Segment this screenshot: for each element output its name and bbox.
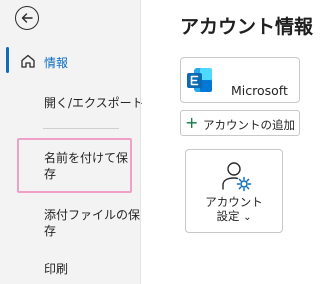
sidebar-item-label: 名前を付けて保 [44,151,129,165]
account-settings-button[interactable]: アカウント 設定 ⌄ [185,149,283,233]
chevron-down-icon: ⌄ [243,212,252,223]
settings-label-text: 設定 [216,209,240,223]
add-account-button[interactable]: + アカウントの追加 [180,110,300,136]
account-card[interactable]: Microsoft [180,57,300,103]
sidebar-border [140,0,141,284]
page-title: アカウント情報 [180,16,314,38]
sidebar-item-label: 情報 [44,56,69,70]
sidebar-item-label: 添付ファイルの保 [44,208,141,222]
settings-label-line1: アカウント [205,195,263,209]
sidebar-item-label: 存 [44,224,57,238]
sidebar-item-print[interactable]: 印刷 [0,254,140,282]
exchange-icon [187,68,212,92]
sidebar-item-open-export[interactable]: 開く/エクスポート [0,88,144,116]
sidebar-item-info[interactable]: 情報 [0,46,140,74]
back-button[interactable] [15,6,39,30]
sidebar: 情報 開く/エクスポート 名前を付けて保 存 添付ファイルの保 存 印刷 [0,0,144,284]
sidebar-item-label: 印刷 [44,262,69,276]
sidebar-divider [43,128,119,129]
sidebar-item-label: 開く/エクスポート [44,96,144,110]
settings-label-line2: 設定 ⌄ [186,209,282,225]
sidebar-item-label: 存 [44,167,57,181]
plus-icon: + [185,113,199,132]
person-gear-icon [222,162,252,192]
sidebar-item-save-as[interactable]: 名前を付けて保 存 [0,142,140,186]
sidebar-item-save-attachments[interactable]: 添付ファイルの保 存 [0,200,140,244]
back-arrow-icon [21,13,33,23]
add-account-label: アカウントの追加 [203,118,295,132]
account-name: Microsoft [231,83,288,98]
